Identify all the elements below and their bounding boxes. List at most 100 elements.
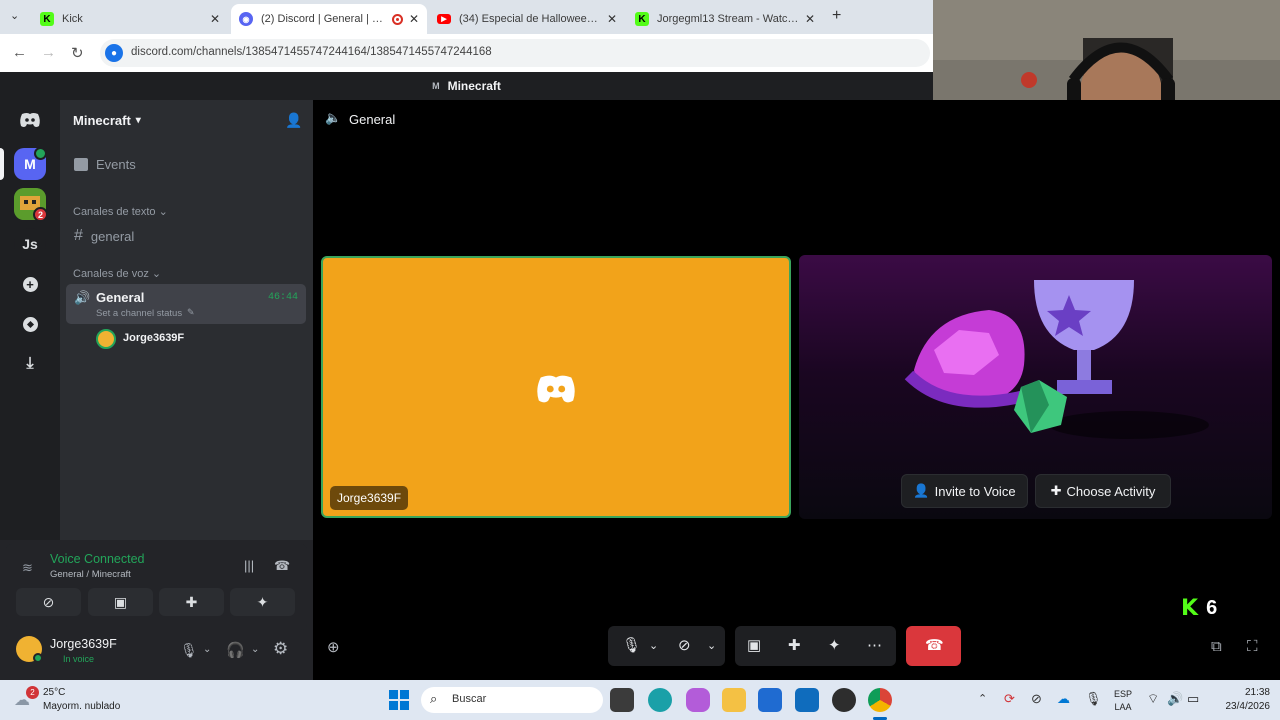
kick-viewer-counter: K 6 <box>1181 596 1217 621</box>
tab-discord[interactable]: ◉ (2) Discord | General | Minecraft ✕ <box>231 4 427 34</box>
screen-share-button[interactable]: ▣ <box>88 588 153 616</box>
taskbar-search[interactable]: ⌕ Buscar <box>421 687 603 713</box>
tray-app-icon[interactable]: ⟳ <box>1004 691 1015 707</box>
button-label: Choose Activity <box>1066 483 1156 499</box>
headphone-options-chevron-icon[interactable]: ⌄ <box>251 644 259 655</box>
new-tab-icon[interactable]: + <box>832 7 841 25</box>
start-button[interactable] <box>389 690 409 710</box>
user-account[interactable]: Jorge3639F In voice <box>16 636 166 672</box>
category-text-channels[interactable]: Canales de texto ⌄ <box>73 205 168 218</box>
hang-up-icon: ☎ <box>925 637 944 654</box>
wifi-icon[interactable]: ⌔ <box>1147 691 1159 707</box>
voice-status-text[interactable]: Voice Connected <box>50 552 145 566</box>
close-tab-icon[interactable]: ✕ <box>607 12 617 26</box>
date: 23/4/2026 <box>1225 701 1271 712</box>
invite-to-voice-button[interactable]: 👤 Invite to Voice <box>901 474 1028 508</box>
calendar-icon <box>74 157 88 171</box>
weather-badge: 2 <box>26 686 39 699</box>
voice-location[interactable]: General / Minecraft <box>50 569 131 580</box>
invite-people-icon[interactable]: 👤 <box>285 112 302 129</box>
close-tab-icon[interactable]: ✕ <box>210 12 220 26</box>
events-item[interactable]: Events <box>66 149 306 179</box>
show-hidden-icons-icon[interactable]: ⌃ <box>978 692 987 705</box>
activities-button[interactable]: ✚ <box>159 588 224 616</box>
pencil-icon[interactable]: ✎ <box>187 307 195 318</box>
headphones-icon[interactable]: 🎧 <box>226 641 245 659</box>
voice-channel-general[interactable]: 🔊 General 46:44 Set a channel status ✎ <box>66 284 306 324</box>
activities-icon[interactable]: ✚ <box>788 636 801 654</box>
noise-suppression-icon[interactable]: ||| <box>244 558 254 573</box>
close-tab-icon[interactable]: ✕ <box>805 12 815 26</box>
server-js[interactable]: Js <box>14 228 46 260</box>
microphone-icon[interactable]: 🎙 <box>1085 691 1102 707</box>
category-voice-channels[interactable]: Canales de voz ⌄ <box>73 267 161 280</box>
back-icon[interactable]: ← <box>12 44 27 61</box>
more-icon[interactable]: ⋯ <box>867 636 882 654</box>
tab-kick-stream[interactable]: K Jorgegml13 Stream - Watch Live ✕ <box>627 4 823 34</box>
microphone-icon[interactable]: 🎙 <box>622 636 641 654</box>
discord-logo-icon <box>20 113 40 127</box>
download-apps-button[interactable]: ⤓ <box>14 348 46 380</box>
server-header[interactable]: Minecraft ▾ <box>60 100 313 140</box>
add-server-button[interactable]: + <box>14 268 46 300</box>
activity-control-group: ▣ ✚ ✦ ⋯ <box>735 626 896 666</box>
youtube-favicon-icon: ▶ <box>437 14 451 24</box>
camera-off-icon[interactable]: ⊘ <box>678 636 691 654</box>
tab-title: (34) Especial de Halloween: El E <box>459 13 601 25</box>
discord-home-button[interactable] <box>14 104 46 136</box>
kick-favicon-icon: K <box>40 12 54 26</box>
chevron-down-icon[interactable]: ⌄ <box>707 639 716 652</box>
soundboard-icon: ✦ <box>256 593 269 610</box>
copilot-icon[interactable] <box>686 688 710 712</box>
voice-member[interactable]: Jorge3639F <box>96 329 296 349</box>
edge-icon[interactable] <box>648 688 672 712</box>
microphone-icon[interactable]: 🎙 <box>180 642 198 659</box>
weather-widget[interactable]: ☁ 2 25°C Mayorm. nublado <box>14 684 134 716</box>
reload-icon[interactable]: ↻ <box>71 44 84 62</box>
tab-youtube[interactable]: ▶ (34) Especial de Halloween: El E ✕ <box>429 4 625 34</box>
task-view-icon[interactable] <box>610 688 634 712</box>
tab-kick[interactable]: K Kick ✕ <box>32 4 228 34</box>
add-user-icon[interactable]: ⊕ <box>327 638 340 656</box>
tray-app-icon[interactable]: ⊘ <box>1031 691 1042 707</box>
clock[interactable]: 21:38 23/4/2026 <box>1212 686 1271 714</box>
disconnect-icon[interactable]: ☎ <box>274 558 290 574</box>
voice-timer: 46:44 <box>268 292 299 303</box>
soundboard-icon[interactable]: ✦ <box>828 636 841 654</box>
participant-tile[interactable]: Jorge3639F <box>321 256 791 518</box>
chevron-down-icon: ⌄ <box>158 206 168 218</box>
time: 21:38 <box>1244 687 1270 698</box>
compass-icon <box>22 316 38 332</box>
store-icon[interactable] <box>758 688 782 712</box>
mic-options-chevron-icon[interactable]: ⌄ <box>203 644 211 655</box>
pop-out-icon[interactable]: ⧉ <box>1211 638 1222 655</box>
close-tab-icon[interactable]: ✕ <box>409 12 419 26</box>
outlook-icon[interactable] <box>795 688 819 712</box>
chevron-down-icon[interactable]: ⌄ <box>649 639 658 652</box>
onedrive-icon[interactable]: ☁ <box>1057 691 1070 707</box>
tab-list-chevron-icon[interactable]: ⌄ <box>10 9 19 22</box>
channel-general-text[interactable]: # general <box>66 221 306 251</box>
camera-off-button[interactable]: ⊘ <box>16 588 81 616</box>
obs-icon[interactable] <box>832 688 856 712</box>
chrome-icon[interactable] <box>868 688 892 712</box>
soundboard-button[interactable]: ✦ <box>230 588 295 616</box>
disconnect-button[interactable]: ☎ <box>906 626 961 666</box>
language-indicator[interactable]: ESP LAA <box>1114 688 1132 714</box>
online-status-icon <box>33 653 43 663</box>
chevron-down-icon: ▾ <box>135 114 141 126</box>
signal-icon[interactable]: ≋ <box>22 560 33 576</box>
forward-icon[interactable]: → <box>41 44 56 61</box>
choose-activity-button[interactable]: ✚ Choose Activity <box>1035 474 1171 508</box>
discover-button[interactable] <box>14 308 46 340</box>
microphone-access-icon[interactable]: ● <box>105 44 123 62</box>
gear-icon[interactable]: ⚙ <box>273 639 288 659</box>
volume-icon[interactable]: 🔊 <box>1167 691 1183 707</box>
fullscreen-icon[interactable]: ⛶ <box>1247 638 1258 655</box>
channel-status[interactable]: Set a channel status <box>96 308 182 319</box>
screen-share-icon[interactable]: ▣ <box>747 636 761 654</box>
server-initial: M <box>24 156 36 172</box>
file-explorer-icon[interactable] <box>722 688 746 712</box>
battery-icon[interactable]: ▭ <box>1187 691 1199 707</box>
address-bar[interactable]: ● discord.com/channels/13854714557472441… <box>100 39 930 67</box>
